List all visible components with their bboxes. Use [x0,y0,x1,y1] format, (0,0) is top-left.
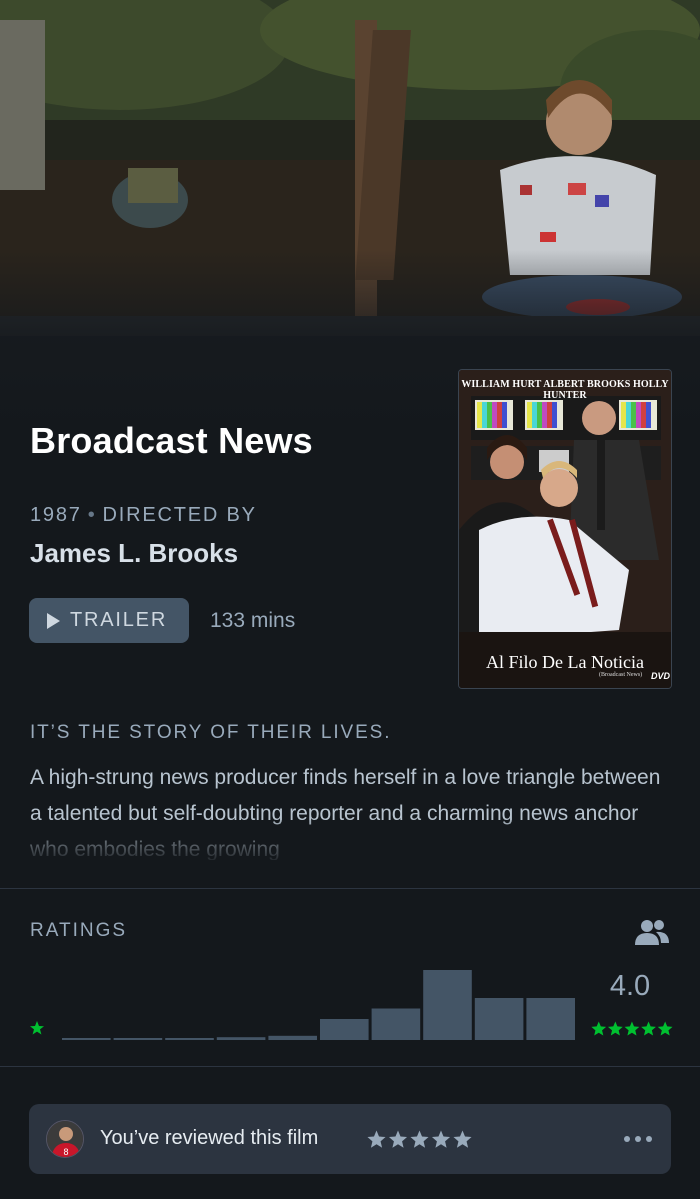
star-icon [453,1130,472,1148]
histogram-bar[interactable] [423,970,472,1040]
histogram-bar[interactable] [371,1008,421,1041]
trailer-label: TRAILER [70,609,168,631]
star-icon [30,1021,44,1035]
divider [0,1066,700,1067]
film-meta: 1987 • DIRECTED BY [30,504,257,527]
histogram-bar[interactable] [320,1019,369,1040]
star-icon [431,1130,451,1148]
tagline: IT’S THE STORY OF THEIR LIVES. [30,722,392,743]
film-title: Broadcast News [30,420,313,461]
histogram-bar[interactable] [474,998,524,1040]
histogram-bar[interactable] [165,1038,214,1040]
runtime: 133 mins [210,609,296,632]
directed-by-label: DIRECTED BY [102,504,257,526]
friends-icon[interactable] [634,918,670,946]
star-icon [657,1021,673,1036]
trailer-button[interactable]: TRAILER [29,598,189,643]
director-name[interactable]: James L. Brooks [30,538,238,569]
film-poster[interactable]: WILLIAM HURT ALBERT BROOKS HOLLY HUNTER … [458,369,672,689]
poster-cast: WILLIAM HURT ALBERT BROOKS HOLLY HUNTER [461,379,669,401]
poster-dvd-logo: DVD [651,671,671,681]
poster-subtitle: (Broadcast News) [599,672,643,678]
histogram-bar[interactable] [268,1035,317,1040]
star-icon [624,1021,640,1036]
histogram-bar[interactable] [216,1037,266,1040]
star-icon [607,1021,623,1036]
star-icon [388,1130,408,1148]
review-status-text: You’ve reviewed this film [100,1127,319,1149]
more-icon[interactable] [623,1135,653,1143]
film-year[interactable]: 1987 [30,504,82,526]
separator-dot: • [87,504,97,526]
histogram-bar[interactable] [113,1038,163,1040]
reviewed-film-bar[interactable]: 8 You’ve reviewed this film [29,1104,671,1174]
star-icon [591,1021,607,1036]
svg-text:8: 8 [63,1147,68,1157]
histogram-bar[interactable] [526,998,575,1040]
ratings-label: RATINGS [30,920,128,941]
star-icon [367,1130,386,1148]
avatar[interactable]: 8 [46,1120,84,1158]
five-star-icon [591,1021,673,1036]
user-rating-stars-icon [367,1130,472,1148]
poster-title: Al Filo De La Noticia [486,652,644,672]
star-icon [641,1021,656,1036]
average-rating[interactable]: 4.0 [590,970,670,1003]
ratings-histogram[interactable] [62,960,575,1040]
synopsis-fade [0,820,700,865]
histogram-bar[interactable] [62,1038,111,1040]
divider [0,888,700,889]
star-icon [410,1130,429,1148]
play-icon [47,612,60,629]
